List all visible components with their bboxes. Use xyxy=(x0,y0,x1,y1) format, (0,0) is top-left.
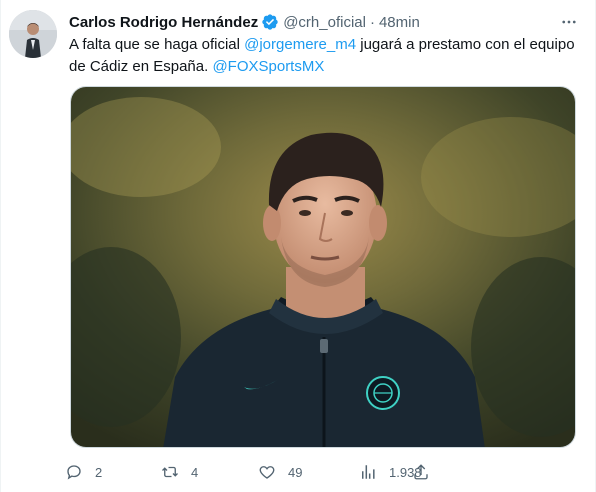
author-handle[interactable]: @crh_oficial xyxy=(283,14,366,31)
share-icon xyxy=(414,464,428,480)
retweet-button[interactable]: 4 xyxy=(161,458,198,486)
more-options-icon[interactable] xyxy=(557,10,581,34)
like-icon xyxy=(259,466,275,479)
verified-badge-icon xyxy=(261,13,279,31)
reply-icon xyxy=(67,465,81,480)
separator-dot: · xyxy=(369,13,375,31)
share-button[interactable] xyxy=(412,458,430,486)
avatar[interactable] xyxy=(9,10,57,58)
tweet-card[interactable]: Carlos Rodrigo Hernández @crh_oficial · … xyxy=(0,0,596,492)
mention-link[interactable]: @jorgemere_m4 xyxy=(244,36,356,53)
tweet-actions: 2 4 49 1.938 xyxy=(65,458,505,486)
player-photo xyxy=(71,87,575,447)
like-button[interactable]: 49 xyxy=(258,458,302,486)
retweet-count: 4 xyxy=(191,464,199,480)
views-icon xyxy=(362,465,375,479)
reply-button[interactable]: 2 xyxy=(65,458,102,486)
mention-link[interactable]: @FOXSportsMX xyxy=(212,58,324,75)
retweet-icon xyxy=(162,466,178,478)
author-name[interactable]: Carlos Rodrigo Hernández xyxy=(69,14,258,31)
avatar-photo xyxy=(9,10,57,58)
tweet-photo[interactable] xyxy=(70,86,576,448)
tweet-timestamp[interactable]: 48min xyxy=(379,14,420,31)
tweet-text: A falta que se haga oficial @jorgemere_m… xyxy=(69,34,579,78)
reply-count: 2 xyxy=(95,464,103,480)
tweet-header: Carlos Rodrigo Hernández @crh_oficial · … xyxy=(69,12,420,32)
tweet-text-part: A falta que se haga oficial xyxy=(69,36,245,53)
like-count: 49 xyxy=(288,464,303,480)
